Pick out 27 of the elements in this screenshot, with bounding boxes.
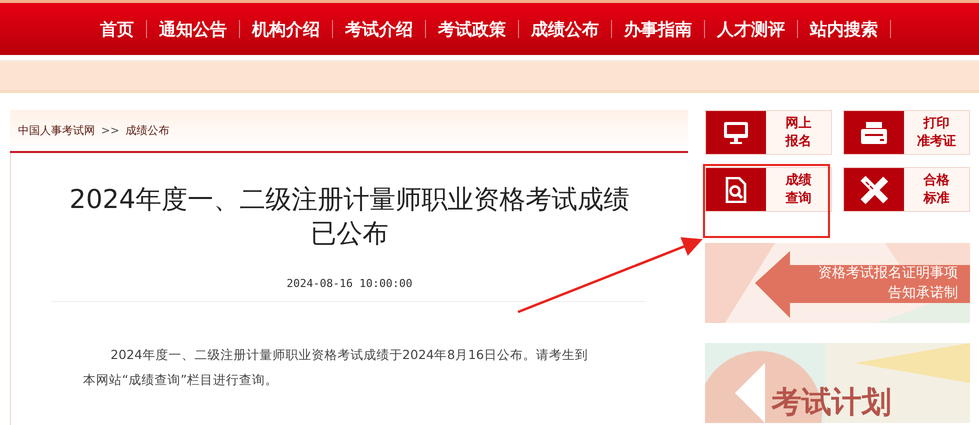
article-title: 2024年度一、二级注册计量师职业资格考试成绩已公布 xyxy=(68,184,631,251)
nav-link[interactable]: 人才测评 xyxy=(705,18,797,40)
nav-link[interactable]: 站内搜索 xyxy=(798,18,890,40)
quick-link-button[interactable]: 成绩 查询 xyxy=(705,167,832,212)
document-search-icon xyxy=(725,176,747,202)
banner-text: 考试计划 xyxy=(772,384,892,422)
printer-icon xyxy=(860,120,888,144)
breadcrumb-link[interactable]: 中国人事考试网 xyxy=(18,123,95,138)
quick-link-button[interactable]: 网上 报名 xyxy=(705,110,832,155)
monitor-icon xyxy=(723,120,749,144)
nav-link[interactable]: 通知公告 xyxy=(147,18,239,40)
quick-link-button[interactable]: 打印 准考证 xyxy=(843,110,970,155)
banner-link[interactable]: 资格考试报名证明事项 告知承诺制 xyxy=(705,243,970,323)
nav-link[interactable]: 机构介绍 xyxy=(240,18,332,40)
breadcrumb-link[interactable]: 成绩公布 xyxy=(125,123,170,138)
breadcrumb-separator: >> xyxy=(101,124,120,137)
article-paragraph: 2024年度一、二级注册计量师职业资格考试成绩于2024年8月16日公布。请考生到本网站“成绩查询”栏目进行查询。 xyxy=(83,346,589,389)
nav-link[interactable]: 办事指南 xyxy=(612,18,704,40)
nav-link[interactable]: 考试介绍 xyxy=(333,18,425,40)
nav-link[interactable]: 首页 xyxy=(88,18,146,40)
nav-link[interactable]: 考试政策 xyxy=(426,18,518,40)
banner-text: 告知承诺制 xyxy=(888,284,958,303)
nav-link[interactable]: 成绩公布 xyxy=(519,18,611,40)
banner-text: 资格考试报名证明事项 xyxy=(818,264,958,283)
banner-link[interactable]: 考试计划 xyxy=(705,343,970,423)
publish-date: 2024-08-16 10:00:00 xyxy=(286,277,414,290)
quick-link-button[interactable]: 合格 标准 xyxy=(843,167,970,212)
